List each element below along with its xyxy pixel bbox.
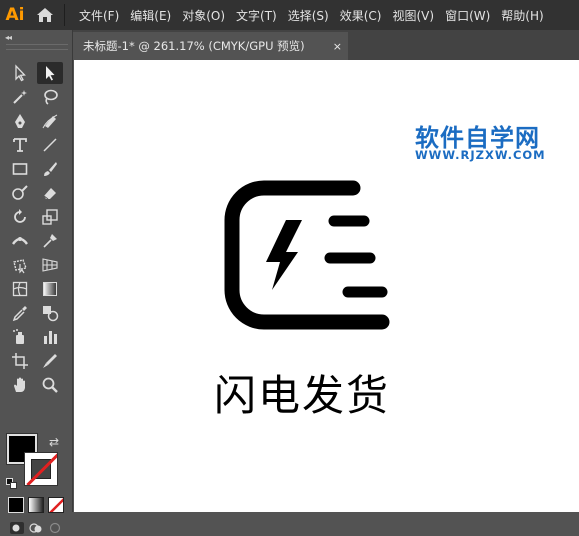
curvature-icon[interactable] — [37, 110, 63, 132]
document-tab-bar: 未标题-1* @ 261.17% (CMYK/GPU 预览) × — [73, 30, 579, 60]
tools-panel: ◂◂ ⇄ — [0, 30, 73, 534]
menu-file[interactable]: 文件(F) — [75, 7, 123, 24]
slice-icon[interactable] — [37, 350, 63, 372]
menu-effect[interactable]: 效果(C) — [336, 7, 386, 24]
menu-divider — [64, 4, 65, 26]
lasso-icon[interactable] — [37, 86, 63, 108]
puppet-warp-icon[interactable] — [37, 230, 63, 252]
magic-wand-icon[interactable] — [7, 86, 33, 108]
panel-grip[interactable] — [6, 44, 68, 50]
menu-view[interactable]: 视图(V) — [388, 7, 438, 24]
default-colors-icon[interactable] — [6, 474, 17, 489]
menu-select[interactable]: 选择(S) — [284, 7, 333, 24]
stroke-swatch[interactable] — [24, 452, 58, 486]
draw-inside-icon[interactable] — [46, 520, 64, 536]
gradient-mode-button[interactable] — [28, 497, 44, 513]
type-icon[interactable] — [7, 134, 33, 156]
shaper-icon[interactable] — [7, 182, 33, 204]
menu-edit[interactable]: 编辑(E) — [126, 7, 175, 24]
gradient-icon[interactable] — [37, 278, 63, 300]
zoom-icon[interactable] — [37, 374, 63, 396]
free-transform-icon[interactable] — [7, 254, 33, 276]
document-tab-title: 未标题-1* @ 261.17% (CMYK/GPU 预览) — [83, 39, 305, 53]
color-mode-button[interactable] — [8, 497, 24, 513]
mesh-icon[interactable] — [7, 278, 33, 300]
swap-fill-stroke-icon[interactable]: ⇄ — [49, 435, 59, 449]
pen-icon[interactable] — [7, 110, 33, 132]
logo-caption: 闪电发货 — [214, 371, 391, 420]
rotate-icon[interactable] — [7, 206, 33, 228]
home-icon[interactable] — [30, 0, 60, 30]
app-logo: Ai — [0, 0, 30, 30]
menu-object[interactable]: 对象(O) — [178, 7, 229, 24]
selection-icon[interactable] — [37, 62, 63, 84]
draw-normal-icon[interactable] — [8, 520, 26, 536]
shape-builder-icon[interactable] — [37, 302, 63, 324]
collapse-icon[interactable]: ◂◂ — [5, 33, 12, 42]
menu-window[interactable]: 窗口(W) — [441, 7, 494, 24]
draw-behind-icon[interactable] — [27, 520, 45, 536]
close-icon[interactable]: × — [333, 40, 342, 53]
rectangle-icon[interactable] — [7, 158, 33, 180]
line-segment-icon[interactable] — [37, 134, 63, 156]
artboard-canvas[interactable]: 软件自学网 WWW.RJZXW.COM 闪电发货 — [74, 60, 579, 512]
watermark-url: WWW.RJZXW.COM — [415, 148, 546, 162]
eraser-icon[interactable] — [37, 182, 63, 204]
symbol-sprayer-icon[interactable] — [7, 326, 33, 348]
menu-help[interactable]: 帮助(H) — [497, 7, 547, 24]
hand-icon[interactable] — [7, 374, 33, 396]
paintbrush-icon[interactable] — [37, 158, 63, 180]
artboard-icon[interactable] — [7, 350, 33, 372]
scale-icon[interactable] — [37, 206, 63, 228]
width-icon[interactable] — [7, 230, 33, 252]
direct-selection-icon[interactable] — [7, 62, 33, 84]
eyedropper-icon[interactable] — [7, 302, 33, 324]
menu-type[interactable]: 文字(T) — [232, 7, 281, 24]
column-graph-icon[interactable] — [37, 326, 63, 348]
none-mode-button[interactable] — [48, 497, 64, 513]
menu-bar: Ai 文件(F) 编辑(E) 对象(O) 文字(T) 选择(S) 效果(C) 视… — [0, 0, 579, 30]
document-tab[interactable]: 未标题-1* @ 261.17% (CMYK/GPU 预览) × — [73, 32, 348, 60]
lightning-delivery-logo — [224, 180, 390, 330]
perspective-grid-icon[interactable] — [37, 254, 63, 276]
